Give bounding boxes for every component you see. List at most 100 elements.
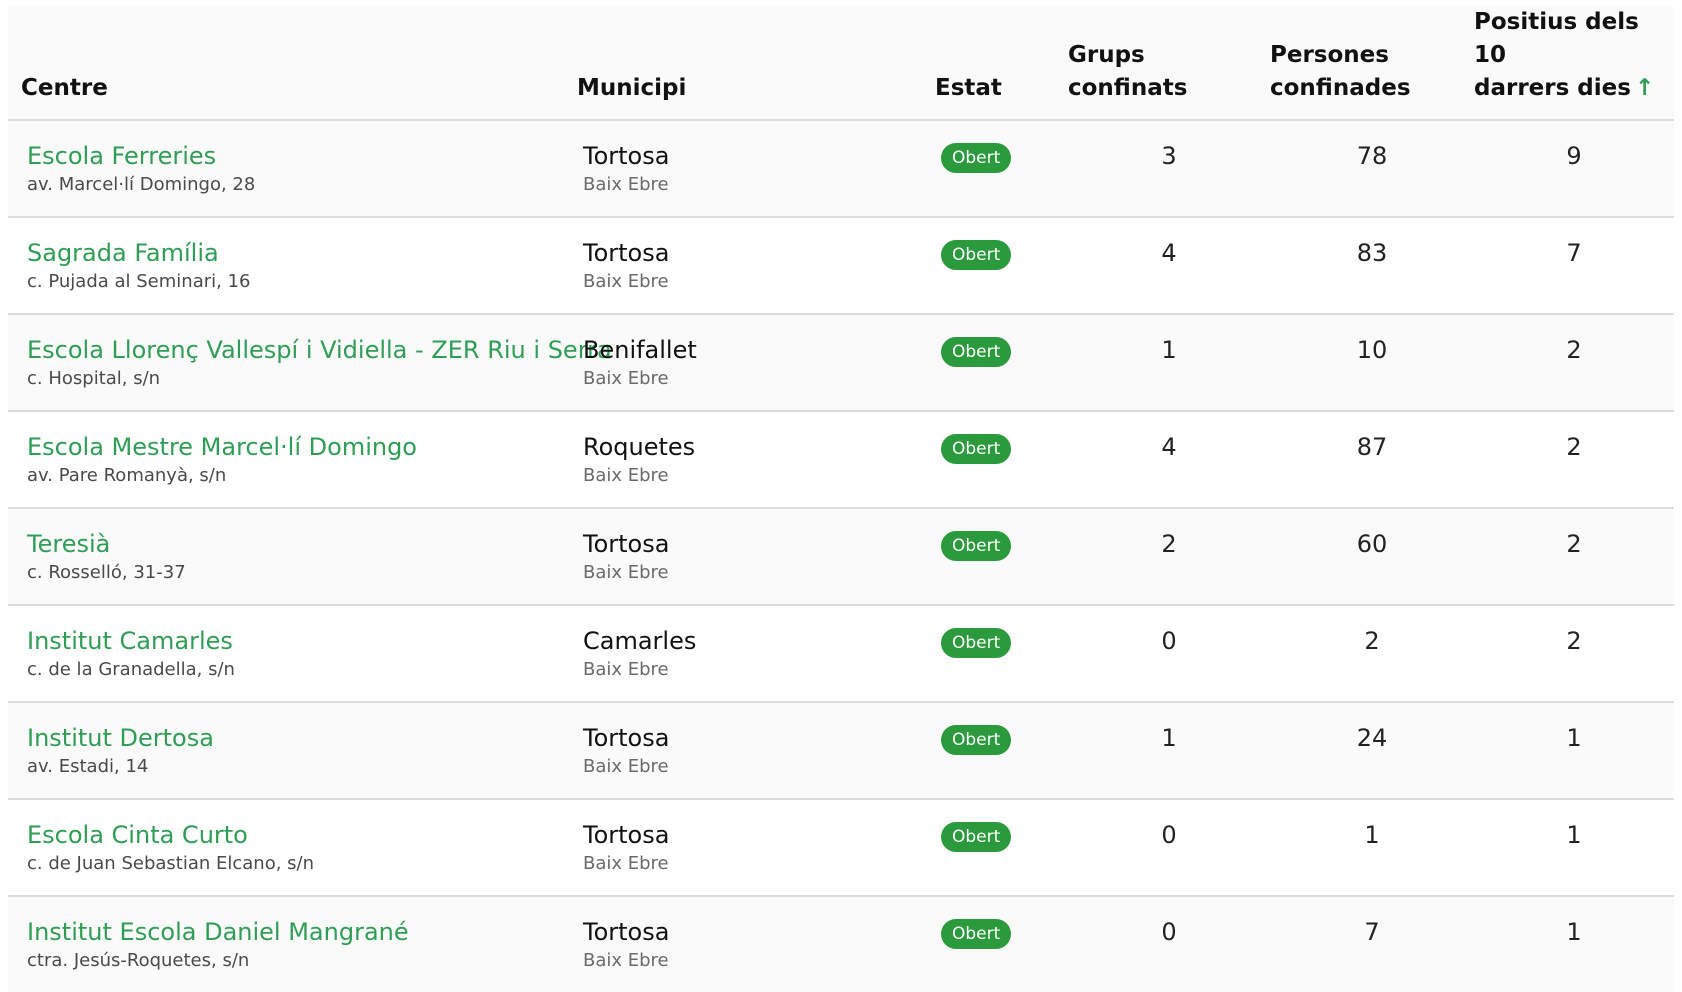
table-body: Escola Ferreries av. Marcel·lí Domingo, … (8, 120, 1674, 992)
cell-persones-confinades: 87 (1356, 433, 1388, 461)
comarca-name: Baix Ebre (583, 368, 669, 389)
cell-municipi: Roquetes Baix Ebre (577, 411, 935, 508)
cell-municipi: Tortosa Baix Ebre (577, 799, 935, 896)
comarca-name: Baix Ebre (583, 659, 669, 680)
column-header-grups[interactable]: Grups confinats (1068, 6, 1270, 120)
table-row: Sagrada Família c. Pujada al Seminari, 1… (8, 217, 1674, 314)
centre-address: c. Pujada al Seminari, 16 (27, 271, 251, 292)
municipi-name: Tortosa (583, 821, 670, 849)
centre-address: av. Marcel·lí Domingo, 28 (27, 174, 256, 195)
column-header-grups-label: Grups confinats (1068, 42, 1188, 101)
centre-link[interactable]: Sagrada Família (27, 238, 577, 268)
centre-address: ctra. Jesús-Roquetes, s/n (27, 950, 250, 971)
column-header-positius[interactable]: Positius dels 10 darrers dies ↑ (1474, 6, 1674, 120)
cell-persones-confinades: 24 (1356, 724, 1388, 752)
status-badge: Obert (941, 919, 1012, 949)
centre-link[interactable]: Institut Dertosa (27, 723, 577, 753)
comarca-name: Baix Ebre (583, 950, 669, 971)
cell-grups-confinats: 2 (1161, 530, 1177, 558)
cell-municipi: Benifallet Baix Ebre (577, 314, 935, 411)
table-row: Escola Mestre Marcel·lí Domingo av. Pare… (8, 411, 1674, 508)
comarca-name: Baix Ebre (583, 465, 669, 486)
column-header-municipi-label: Municipi (577, 75, 687, 101)
cell-positius: 1 (1566, 918, 1582, 946)
cell-municipi: Tortosa Baix Ebre (577, 702, 935, 799)
status-badge: Obert (941, 434, 1012, 464)
cell-estat: Obert (935, 217, 1068, 314)
municipi-name: Roquetes (583, 433, 696, 461)
municipi-name: Tortosa (583, 918, 670, 946)
centre-link[interactable]: Escola Mestre Marcel·lí Domingo (27, 432, 577, 462)
cell-grups-confinats: 4 (1161, 433, 1177, 461)
status-badge: Obert (941, 628, 1012, 658)
cell-persones-confinades: 1 (1364, 821, 1380, 849)
centre-link[interactable]: Teresià (27, 529, 577, 559)
centre-address: c. de la Granadella, s/n (27, 659, 235, 680)
table-row: Escola Ferreries av. Marcel·lí Domingo, … (8, 120, 1674, 217)
arrow-up-icon: ↑ (1634, 75, 1655, 101)
cell-positius: 2 (1566, 336, 1582, 364)
centre-link[interactable]: Institut Camarles (27, 626, 577, 656)
column-header-estat[interactable]: Estat (935, 6, 1068, 120)
column-header-estat-label: Estat (935, 75, 1002, 101)
cell-grups-confinats: 0 (1161, 627, 1177, 655)
column-header-persones-line2: confinades (1270, 75, 1411, 101)
status-badge: Obert (941, 337, 1012, 367)
cell-estat: Obert (935, 702, 1068, 799)
cell-municipi: Camarles Baix Ebre (577, 605, 935, 702)
cell-positius: 9 (1566, 142, 1582, 170)
cell-persones-confinades: 60 (1356, 530, 1388, 558)
centre-link[interactable]: Escola Ferreries (27, 141, 577, 171)
municipi-name: Camarles (583, 627, 697, 655)
cell-grups-confinats: 3 (1161, 142, 1177, 170)
cell-centre: Escola Mestre Marcel·lí Domingo av. Pare… (8, 411, 577, 508)
cell-persones-confinades: 2 (1364, 627, 1380, 655)
centre-link[interactable]: Escola Llorenç Vallespí i Vidiella - ZER… (27, 335, 612, 365)
cell-estat: Obert (935, 120, 1068, 217)
cell-centre: Institut Dertosa av. Estadi, 14 (8, 702, 577, 799)
schools-table: Centre Municipi Estat Grups confinats Pe… (8, 6, 1674, 992)
schools-table-container: Centre Municipi Estat Grups confinats Pe… (8, 6, 1674, 992)
cell-positius: 2 (1566, 627, 1582, 655)
cell-positius: 2 (1566, 530, 1582, 558)
column-header-persones-line1: Persones (1270, 42, 1389, 68)
centre-address: c. Hospital, s/n (27, 368, 161, 389)
table-row: Institut Dertosa av. Estadi, 14 Tortosa … (8, 702, 1674, 799)
cell-grups-confinats: 1 (1161, 336, 1177, 364)
comarca-name: Baix Ebre (583, 562, 669, 583)
cell-centre: Institut Escola Daniel Mangrané ctra. Je… (8, 896, 577, 992)
centre-address: c. Rosselló, 31-37 (27, 562, 186, 583)
cell-persones-confinades: 7 (1364, 918, 1380, 946)
cell-grups-confinats: 0 (1161, 918, 1177, 946)
status-badge: Obert (941, 531, 1012, 561)
municipi-name: Benifallet (583, 336, 697, 364)
cell-centre: Escola Cinta Curto c. de Juan Sebastian … (8, 799, 577, 896)
municipi-name: Tortosa (583, 724, 670, 752)
table-row: Escola Cinta Curto c. de Juan Sebastian … (8, 799, 1674, 896)
table-row: Escola Llorenç Vallespí i Vidiella - ZER… (8, 314, 1674, 411)
status-badge: Obert (941, 143, 1012, 173)
column-header-positius-line1: Positius dels 10 (1474, 9, 1639, 68)
comarca-name: Baix Ebre (583, 853, 669, 874)
cell-grups-confinats: 4 (1161, 239, 1177, 267)
cell-grups-confinats: 1 (1161, 724, 1177, 752)
cell-estat: Obert (935, 605, 1068, 702)
cell-centre: Teresià c. Rosselló, 31-37 (8, 508, 577, 605)
column-header-positius-line2: darrers dies (1474, 75, 1631, 101)
status-badge: Obert (941, 725, 1012, 755)
cell-positius: 7 (1566, 239, 1582, 267)
cell-estat: Obert (935, 314, 1068, 411)
centre-link[interactable]: Escola Cinta Curto (27, 820, 577, 850)
cell-centre: Escola Ferreries av. Marcel·lí Domingo, … (8, 120, 577, 217)
cell-municipi: Tortosa Baix Ebre (577, 508, 935, 605)
column-header-persones[interactable]: Persones confinades (1270, 6, 1474, 120)
column-header-centre[interactable]: Centre (8, 6, 577, 120)
column-header-centre-label: Centre (21, 75, 108, 101)
cell-municipi: Tortosa Baix Ebre (577, 217, 935, 314)
cell-positius: 2 (1566, 433, 1582, 461)
cell-positius: 1 (1566, 821, 1582, 849)
cell-estat: Obert (935, 799, 1068, 896)
column-header-municipi[interactable]: Municipi (577, 6, 935, 120)
table-row: Institut Escola Daniel Mangrané ctra. Je… (8, 896, 1674, 992)
centre-link[interactable]: Institut Escola Daniel Mangrané (27, 917, 577, 947)
